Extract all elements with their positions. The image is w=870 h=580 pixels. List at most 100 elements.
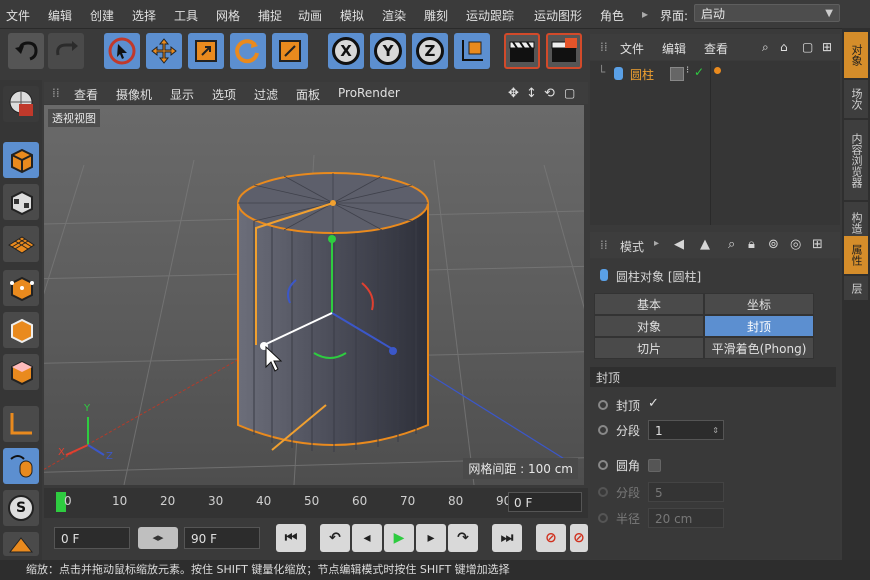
fillet-segments-animate-radio[interactable] — [598, 487, 608, 497]
visibility-dots-icon[interactable]: ⁝ — [686, 65, 689, 76]
texture-mode-button[interactable] — [3, 184, 39, 220]
tab-basic[interactable]: 基本 — [594, 293, 704, 315]
layout-dropdown[interactable]: 启动 ▼ — [694, 4, 840, 22]
target-icon[interactable]: ◎ — [790, 237, 801, 252]
menu-simulate[interactable]: 模拟 — [340, 7, 364, 24]
caps-checkbox[interactable]: ✓ — [648, 396, 659, 411]
navigate-move-icon[interactable]: ✥ — [508, 86, 519, 101]
side-tab-content-browser[interactable]: 内容浏览器 — [844, 120, 868, 200]
viewport-menu-filter[interactable]: 过滤 — [254, 86, 278, 103]
side-tab-objects[interactable]: 对象 — [844, 32, 868, 78]
fillet-radius-input[interactable]: 20 cm — [648, 508, 724, 528]
viewport-menu-panel[interactable]: 面板 — [296, 86, 320, 103]
menu-animate[interactable]: 动画 — [298, 7, 322, 24]
menu-more-icon[interactable]: ▸ — [642, 7, 648, 21]
viewport-menu-view[interactable]: 查看 — [74, 86, 98, 103]
record-button[interactable]: ⊘ — [536, 524, 566, 552]
tab-phong[interactable]: 平滑着色(Phong) — [704, 337, 814, 359]
menu-select[interactable]: 选择 — [132, 7, 156, 24]
points-mode-button[interactable] — [3, 270, 39, 306]
start-frame-field[interactable]: 0 F — [54, 527, 130, 549]
navigate-rotate-icon[interactable]: ⟲ — [544, 86, 555, 101]
timeline-ruler[interactable]: 0 10 20 30 40 50 60 70 80 90 0 F — [44, 488, 588, 518]
object-name[interactable]: 圆柱 — [630, 66, 654, 83]
viewport-menu-display[interactable]: 显示 — [170, 86, 194, 103]
menu-snap[interactable]: 捕捉 — [258, 7, 282, 24]
side-tab-attributes[interactable]: 属性 — [844, 236, 868, 274]
render-view-button[interactable] — [504, 33, 540, 69]
current-frame-field[interactable]: 0 F — [508, 492, 582, 512]
menu-mograph[interactable]: 运动图形 — [534, 7, 582, 24]
menu-edit[interactable]: 编辑 — [48, 7, 72, 24]
back-arrow-icon[interactable]: ◀ — [674, 237, 684, 252]
fillet-animate-radio[interactable] — [598, 460, 608, 470]
perspective-viewport[interactable]: Y X Z 透视视图 网格间距 : 100 cm — [44, 105, 584, 485]
side-tab-layers[interactable]: 层 — [844, 276, 868, 300]
workplane-button[interactable] — [3, 226, 39, 262]
menu-motion-tracking[interactable]: 运动跟踪 — [466, 7, 514, 24]
coordinate-system-button[interactable] — [454, 33, 490, 69]
next-key-button[interactable]: ↷ — [448, 524, 478, 552]
tab-slice[interactable]: 切片 — [594, 337, 704, 359]
tab-coordinates[interactable]: 坐标 — [704, 293, 814, 315]
up-arrow-icon[interactable]: ▲ — [700, 237, 710, 252]
z-axis-button[interactable]: Z — [412, 33, 448, 69]
om-menu-file[interactable]: 文件 — [620, 40, 644, 57]
next-frame-button[interactable]: ▸ — [416, 524, 446, 552]
navigate-zoom-icon[interactable]: ↕ — [526, 86, 537, 101]
scale-tool-button[interactable] — [188, 33, 224, 69]
edges-mode-button[interactable] — [3, 312, 39, 348]
menu-sculpt[interactable]: 雕刻 — [424, 7, 448, 24]
object-row[interactable]: └ 圆柱 ⁝ ✓ — [590, 63, 840, 85]
tweak-mode-button[interactable] — [3, 448, 39, 484]
live-selection-button[interactable] — [104, 33, 140, 69]
enabled-check-icon[interactable]: ✓ — [694, 65, 704, 79]
x-axis-button[interactable]: X — [328, 33, 364, 69]
search-icon[interactable]: ⌕ — [762, 40, 769, 55]
layer-icon[interactable] — [670, 67, 684, 81]
tab-caps[interactable]: 封顶 — [704, 315, 814, 337]
rotate-tool-button[interactable] — [230, 33, 266, 69]
redo-button[interactable] — [48, 33, 84, 69]
render-picture-viewer-button[interactable] — [546, 33, 582, 69]
y-axis-button[interactable]: Y — [370, 33, 406, 69]
viewport-menu-options[interactable]: 选项 — [212, 86, 236, 103]
prev-frame-button[interactable]: ◂ — [352, 524, 382, 552]
menu-render[interactable]: 渲染 — [382, 7, 406, 24]
menu-mesh[interactable]: 网格 — [216, 7, 240, 24]
go-to-start-button[interactable]: ⏮ — [276, 524, 306, 552]
move-tool-button[interactable] — [146, 33, 182, 69]
snap-button[interactable]: S — [3, 490, 39, 526]
menu-character[interactable]: 角色 — [600, 7, 624, 24]
menu-tools[interactable]: 工具 — [174, 7, 198, 24]
maximize-view-icon[interactable]: ▢ — [564, 86, 575, 100]
prev-key-button[interactable]: ↶ — [320, 524, 350, 552]
autokey-button[interactable]: ⊘ — [570, 524, 588, 552]
menu-file[interactable]: 文件 — [6, 7, 30, 24]
viewport-menu-prorender[interactable]: ProRender — [338, 86, 400, 100]
tab-object[interactable]: 对象 — [594, 315, 704, 337]
om-menu-view[interactable]: 查看 — [704, 40, 728, 57]
model-mode-button[interactable] — [3, 142, 39, 178]
recent-tool-button[interactable] — [272, 33, 308, 69]
viewport-menu-camera[interactable]: 摄像机 — [116, 86, 152, 103]
polygons-mode-button[interactable] — [3, 354, 39, 390]
go-to-end-button[interactable]: ⏭ — [492, 524, 522, 552]
enable-axis-button[interactable] — [3, 406, 39, 442]
undo-button[interactable] — [8, 33, 44, 69]
cap-segments-input[interactable]: 1 ⇕ — [648, 420, 724, 440]
play-button[interactable]: ▶ — [384, 524, 414, 552]
make-editable-button[interactable] — [3, 86, 39, 122]
radius-animate-radio[interactable] — [598, 513, 608, 523]
search-icon[interactable]: ⌕ — [728, 237, 735, 252]
new-panel-icon[interactable]: ⊞ — [812, 237, 823, 252]
caps-animate-radio[interactable] — [598, 400, 608, 410]
lock-icon[interactable]: 🔒︎ — [748, 237, 755, 252]
home-icon[interactable]: ⌂ — [780, 40, 788, 54]
fillet-segments-input[interactable]: 5 — [648, 482, 724, 502]
settings-icon[interactable]: ⊚ — [768, 237, 779, 252]
tag-icon[interactable] — [714, 67, 721, 74]
menu-create[interactable]: 创建 — [90, 7, 114, 24]
fillet-checkbox[interactable] — [648, 459, 661, 472]
more-tools-button[interactable] — [3, 532, 39, 556]
